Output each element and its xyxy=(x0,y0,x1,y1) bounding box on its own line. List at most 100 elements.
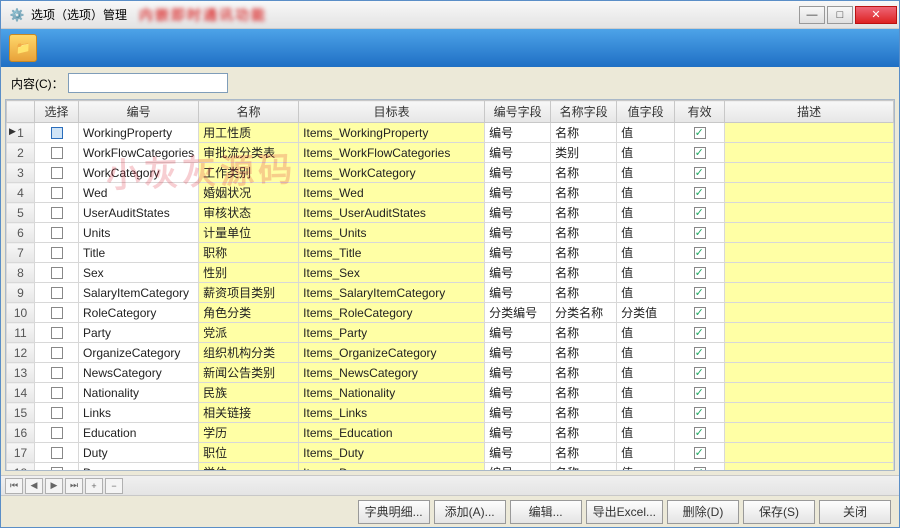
cell-desc[interactable] xyxy=(725,243,894,263)
cell-cf[interactable]: 编号 xyxy=(485,423,551,443)
cell-cf[interactable]: 编号 xyxy=(485,183,551,203)
valid-checkbox[interactable] xyxy=(694,387,706,399)
cell-nf[interactable]: 类别 xyxy=(551,143,617,163)
table-row[interactable]: 10RoleCategory角色分类Items_RoleCategory分类编号… xyxy=(7,303,894,323)
cell-cf[interactable]: 编号 xyxy=(485,123,551,143)
cell-desc[interactable] xyxy=(725,303,894,323)
cell-target[interactable]: Items_OrganizeCategory xyxy=(299,343,485,363)
cell-nf[interactable]: 名称 xyxy=(551,323,617,343)
valid-checkbox[interactable] xyxy=(694,327,706,339)
table-row[interactable]: 17Duty职位Items_Duty编号名称值 xyxy=(7,443,894,463)
valid-checkbox[interactable] xyxy=(694,187,706,199)
cell-target[interactable]: Items_Duty xyxy=(299,443,485,463)
cell-name[interactable]: 学历 xyxy=(199,423,299,443)
select-checkbox[interactable] xyxy=(51,427,63,439)
cell-target[interactable]: Items_Education xyxy=(299,423,485,443)
valid-checkbox[interactable] xyxy=(694,427,706,439)
nav-add-button[interactable]: + xyxy=(85,478,103,494)
table-row[interactable]: 13NewsCategory新闻公告类别Items_NewsCategory编号… xyxy=(7,363,894,383)
cell-vf[interactable]: 值 xyxy=(617,143,675,163)
valid-checkbox[interactable] xyxy=(694,447,706,459)
table-row[interactable]: 2WorkFlowCategories审批流分类表Items_WorkFlowC… xyxy=(7,143,894,163)
cell-name[interactable]: 薪资项目类别 xyxy=(199,283,299,303)
cell-vf[interactable]: 值 xyxy=(617,383,675,403)
maximize-button[interactable]: □ xyxy=(827,6,853,24)
cell-vf[interactable]: 值 xyxy=(617,183,675,203)
column-header[interactable]: 选择 xyxy=(35,101,79,123)
cell-code[interactable]: Title xyxy=(79,243,199,263)
cell-nf[interactable]: 名称 xyxy=(551,263,617,283)
column-header[interactable]: 有效 xyxy=(675,101,725,123)
cell-desc[interactable] xyxy=(725,183,894,203)
column-header[interactable]: 值字段 xyxy=(617,101,675,123)
cell-nf[interactable]: 名称 xyxy=(551,183,617,203)
cell-target[interactable]: Items_SalaryItemCategory xyxy=(299,283,485,303)
cell-vf[interactable]: 值 xyxy=(617,363,675,383)
column-header[interactable]: 编号字段 xyxy=(485,101,551,123)
cell-code[interactable]: WorkCategory xyxy=(79,163,199,183)
cell-desc[interactable] xyxy=(725,323,894,343)
cell-name[interactable]: 学位 xyxy=(199,463,299,472)
cell-name[interactable]: 新闻公告类别 xyxy=(199,363,299,383)
toolbar-main-icon[interactable]: 📁 xyxy=(9,34,37,62)
cell-desc[interactable] xyxy=(725,403,894,423)
cell-nf[interactable]: 名称 xyxy=(551,123,617,143)
cell-target[interactable]: Items_Sex xyxy=(299,263,485,283)
cell-code[interactable]: Education xyxy=(79,423,199,443)
cell-name[interactable]: 角色分类 xyxy=(199,303,299,323)
table-row[interactable]: 6Units计量单位Items_Units编号名称值 xyxy=(7,223,894,243)
cell-desc[interactable] xyxy=(725,283,894,303)
valid-checkbox[interactable] xyxy=(694,167,706,179)
column-header[interactable] xyxy=(7,101,35,123)
cell-vf[interactable]: 值 xyxy=(617,163,675,183)
cell-cf[interactable]: 编号 xyxy=(485,403,551,423)
cell-nf[interactable]: 名称 xyxy=(551,383,617,403)
data-grid[interactable]: 小灰灰源码 选择编号名称目标表编号字段名称字段值字段有效描述 1WorkingP… xyxy=(5,99,895,471)
cell-target[interactable]: Items_Degree xyxy=(299,463,485,472)
close-window-button[interactable]: 关闭 xyxy=(819,500,891,524)
cell-nf[interactable]: 名称 xyxy=(551,443,617,463)
cell-cf[interactable]: 编号 xyxy=(485,463,551,472)
cell-cf[interactable]: 编号 xyxy=(485,363,551,383)
cell-code[interactable]: Units xyxy=(79,223,199,243)
cell-desc[interactable] xyxy=(725,263,894,283)
cell-code[interactable]: SalaryItemCategory xyxy=(79,283,199,303)
cell-cf[interactable]: 编号 xyxy=(485,143,551,163)
cell-code[interactable]: Wed xyxy=(79,183,199,203)
column-header[interactable]: 描述 xyxy=(725,101,894,123)
select-checkbox[interactable] xyxy=(51,327,63,339)
cell-cf[interactable]: 编号 xyxy=(485,163,551,183)
cell-code[interactable]: NewsCategory xyxy=(79,363,199,383)
cell-target[interactable]: Items_NewsCategory xyxy=(299,363,485,383)
cell-target[interactable]: Items_UserAuditStates xyxy=(299,203,485,223)
cell-nf[interactable]: 名称 xyxy=(551,243,617,263)
cell-target[interactable]: Items_Title xyxy=(299,243,485,263)
cell-vf[interactable]: 分类值 xyxy=(617,303,675,323)
cell-desc[interactable] xyxy=(725,383,894,403)
cell-desc[interactable] xyxy=(725,203,894,223)
cell-nf[interactable]: 名称 xyxy=(551,203,617,223)
delete-button[interactable]: 删除(D) xyxy=(667,500,739,524)
cell-vf[interactable]: 值 xyxy=(617,323,675,343)
table-row[interactable]: 14Nationality民族Items_Nationality编号名称值 xyxy=(7,383,894,403)
cell-vf[interactable]: 值 xyxy=(617,343,675,363)
minimize-button[interactable]: — xyxy=(799,6,825,24)
cell-code[interactable]: Sex xyxy=(79,263,199,283)
column-header[interactable]: 目标表 xyxy=(299,101,485,123)
cell-nf[interactable]: 名称 xyxy=(551,283,617,303)
cell-name[interactable]: 职称 xyxy=(199,243,299,263)
table-row[interactable]: 12OrganizeCategory组织机构分类Items_OrganizeCa… xyxy=(7,343,894,363)
table-row[interactable]: 1WorkingProperty用工性质Items_WorkingPropert… xyxy=(7,123,894,143)
valid-checkbox[interactable] xyxy=(694,347,706,359)
valid-checkbox[interactable] xyxy=(694,307,706,319)
cell-target[interactable]: Items_Units xyxy=(299,223,485,243)
select-checkbox[interactable] xyxy=(51,267,63,279)
nav-next-button[interactable]: ▶ xyxy=(45,478,63,494)
filter-input[interactable] xyxy=(68,73,228,93)
cell-desc[interactable] xyxy=(725,163,894,183)
cell-code[interactable]: WorkingProperty xyxy=(79,123,199,143)
select-checkbox[interactable] xyxy=(51,207,63,219)
valid-checkbox[interactable] xyxy=(694,147,706,159)
valid-checkbox[interactable] xyxy=(694,207,706,219)
column-header[interactable]: 名称字段 xyxy=(551,101,617,123)
